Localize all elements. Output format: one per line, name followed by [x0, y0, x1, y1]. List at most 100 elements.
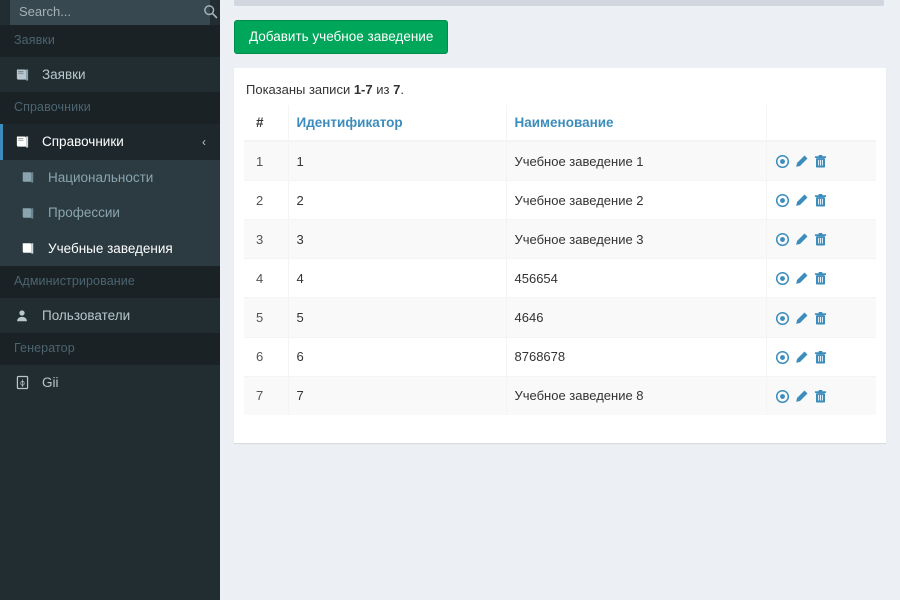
add-institution-button[interactable]: Добавить учебное заведение [234, 20, 449, 55]
cell-actions [766, 219, 876, 259]
table-row: 7 7 Учебное заведение 8 [244, 375, 876, 415]
cell-number: 2 [244, 180, 289, 220]
institutions-table: # Идентификатор Наименование 1 1 Учебное з… [244, 105, 876, 415]
sidebar-item-label: Справочники [42, 134, 124, 150]
grid-panel: Показаны записи 1-7 из 7. # Идентификато… [234, 68, 886, 443]
delete-icon[interactable] [813, 154, 828, 169]
content-body: Добавить учебное заведение Показаны запи… [220, 6, 900, 443]
edit-icon[interactable] [794, 193, 809, 208]
sidebar-item-nacionalnosti[interactable]: Национальности [0, 159, 220, 196]
summary-range: 1-7 [353, 82, 373, 98]
sidebar-item-uchebnye-zavedeniya[interactable]: Учебные заведения [0, 230, 220, 267]
sidebar-item-label: Пользователи [42, 307, 131, 323]
sidebar-item-label: Учебные заведения [48, 240, 173, 256]
view-icon[interactable] [775, 389, 790, 404]
cell-number: 4 [244, 258, 289, 298]
book-icon [21, 206, 43, 220]
column-header-name[interactable]: Наименование [506, 105, 767, 143]
cell-name: Учебное заведение 1 [506, 140, 767, 181]
view-icon[interactable] [775, 350, 790, 365]
edit-icon[interactable] [794, 154, 809, 169]
user-icon [15, 309, 37, 323]
app-root: Заявки Заявки Справочники Справоч [0, 0, 900, 600]
delete-icon[interactable] [813, 193, 828, 208]
search-input[interactable] [11, 0, 203, 24]
cell-name: 8768678 [506, 336, 767, 377]
view-icon[interactable] [775, 154, 790, 169]
sidebar-item-label: Заявки [42, 66, 86, 82]
grid-summary: Показаны записи 1-7 из 7. [244, 78, 876, 105]
cell-identifier: 6 [288, 336, 507, 377]
sidebar-item-professii[interactable]: Профессии [0, 195, 220, 231]
sidebar-item-label: Профессии [48, 205, 120, 221]
cell-name: Учебное заведение 8 [506, 375, 767, 415]
cell-name: 456654 [506, 258, 767, 298]
cell-identifier: 5 [288, 297, 507, 337]
sidebar-search [0, 0, 220, 25]
cell-actions [766, 297, 876, 337]
edit-icon[interactable] [794, 232, 809, 247]
column-header-identifier[interactable]: Идентификатор [288, 105, 507, 143]
sidebar-section-header-zayavki: Заявки [0, 25, 220, 57]
edit-icon[interactable] [794, 271, 809, 286]
cell-name: 4646 [506, 297, 767, 337]
column-header-actions [766, 105, 876, 143]
column-header-number: # [244, 105, 289, 143]
search-box[interactable] [10, 0, 218, 25]
table-row: 6 6 8768678 [244, 336, 876, 377]
table-row: 2 2 Учебное заведение 2 [244, 180, 876, 220]
table-row: 4 4 456654 [244, 258, 876, 298]
table-header-row: # Идентификатор Наименование [244, 105, 876, 143]
chevron-left-icon: ‹ [202, 134, 206, 149]
edit-icon[interactable] [794, 311, 809, 326]
book-icon [15, 67, 37, 82]
cell-identifier: 2 [288, 180, 507, 220]
sidebar-item-spravochniki[interactable]: Справочники ‹ [0, 124, 220, 160]
delete-icon[interactable] [813, 271, 828, 286]
book-icon [21, 170, 43, 184]
sidebar-item-polzovateli[interactable]: Пользователи [0, 298, 220, 334]
sidebar-item-zayavki[interactable]: Заявки [0, 57, 220, 93]
delete-icon[interactable] [813, 232, 828, 247]
main-content: Добавить учебное заведение Показаны запи… [220, 0, 900, 600]
view-icon[interactable] [775, 193, 790, 208]
sidebar-item-label: Gii [42, 375, 59, 391]
view-icon[interactable] [775, 271, 790, 286]
sidebar: Заявки Заявки Справочники Справоч [0, 0, 220, 600]
edit-icon[interactable] [794, 389, 809, 404]
table-row: 3 3 Учебное заведение 3 [244, 219, 876, 259]
summary-middle: из [372, 82, 394, 98]
cell-number: 7 [244, 375, 289, 415]
view-icon[interactable] [775, 311, 790, 326]
cell-identifier: 1 [288, 140, 507, 181]
sidebar-submenu-spravochniki: Национальности Профессии Учебные заведен… [0, 159, 220, 267]
search-icon [203, 4, 218, 19]
cell-number: 5 [244, 297, 289, 337]
cell-actions [766, 336, 876, 377]
cell-actions [766, 140, 876, 181]
table-row: 1 1 Учебное заведение 1 [244, 140, 876, 181]
book-icon [15, 134, 37, 149]
delete-icon[interactable] [813, 350, 828, 365]
sidebar-section-header-spravochniki: Справочники [0, 92, 220, 125]
table-header: # Идентификатор Наименование [244, 105, 876, 143]
summary-prefix: Показаны записи [246, 82, 354, 98]
delete-icon[interactable] [813, 389, 828, 404]
sidebar-section-header-administrirovanie: Администрирование [0, 266, 220, 298]
file-code-icon: ϕ [15, 375, 37, 390]
cell-identifier: 7 [288, 375, 507, 415]
edit-icon[interactable] [794, 350, 809, 365]
cell-identifier: 3 [288, 219, 507, 259]
book-icon [21, 241, 43, 255]
cell-actions [766, 258, 876, 298]
sidebar-section-header-generator: Генератор [0, 333, 220, 366]
table-body: 1 1 Учебное заведение 1 2 2 Учебное заведение… [244, 140, 876, 415]
summary-suffix: . [400, 82, 404, 98]
view-icon[interactable] [775, 232, 790, 247]
cell-number: 3 [244, 219, 289, 259]
search-button[interactable] [203, 0, 218, 24]
sidebar-item-gii[interactable]: ϕ Gii [0, 365, 220, 401]
table-row: 5 5 4646 [244, 297, 876, 337]
delete-icon[interactable] [813, 311, 828, 326]
cell-number: 1 [244, 140, 289, 181]
